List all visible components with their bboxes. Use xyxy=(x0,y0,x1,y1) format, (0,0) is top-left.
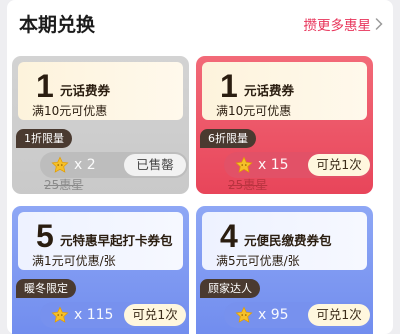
section-header: 本期兑换 攒更多惠星 xyxy=(7,0,393,48)
star-icon xyxy=(235,156,253,173)
coupon-amount: 1 xyxy=(36,68,54,104)
coupon-price-bar: x 95 可兑1次 xyxy=(224,302,372,328)
coupon-name: 元话费券 xyxy=(244,83,295,98)
coupon-condition: 满5元可优惠/张 xyxy=(216,254,300,268)
redeem-button[interactable]: 可兑1次 xyxy=(308,154,370,176)
coupon-star-cost: x 115 xyxy=(74,307,114,323)
coupon-card-sold-out[interactable]: 1 元话费券 满10元可优惠 1折限量 x 2 已售罄 25惠星 xyxy=(12,56,189,194)
coupon-info-area: 4 元便民缴费券包 满5元可优惠/张 xyxy=(202,212,367,270)
coupon-tag: 6折限量 xyxy=(200,129,256,148)
coupon-price-bar: x 15 可兑1次 xyxy=(224,152,372,178)
coupon-star-cost: x 2 xyxy=(74,157,96,173)
coupon-star-cost: x 95 xyxy=(258,307,289,323)
coupon-name: 元便民缴费券包 xyxy=(244,233,332,248)
coupon-amount: 4 xyxy=(220,218,238,254)
coupon-info-area: 5 元特惠早起打卡券包 满1元可优惠/张 xyxy=(18,212,183,270)
redeem-button[interactable]: 可兑1次 xyxy=(124,304,186,326)
star-icon xyxy=(235,306,253,323)
coupon-star-cost: x 15 xyxy=(258,157,289,173)
coupon-card-phone-credit[interactable]: 1 元话费券 满10元可优惠 6折限量 x 15 可兑1次 25惠星 xyxy=(196,56,373,194)
chevron-right-icon xyxy=(375,18,383,30)
coupon-name: 元话费券 xyxy=(60,83,111,98)
coupon-card-morning-checkin[interactable]: 5 元特惠早起打卡券包 满1元可优惠/张 暖冬限定 x 115 可兑1次 xyxy=(12,206,189,334)
sold-out-button[interactable]: 已售罄 xyxy=(124,154,186,176)
coupon-tag: 顾家达人 xyxy=(200,279,260,298)
section-title: 本期兑换 xyxy=(19,14,96,36)
coupon-tag: 暖冬限定 xyxy=(16,279,76,298)
star-icon xyxy=(51,156,69,173)
earn-more-stars-link[interactable]: 攒更多惠星 xyxy=(304,14,384,34)
star-icon xyxy=(51,306,69,323)
coupon-price-bar: x 2 已售罄 xyxy=(40,152,188,178)
redeem-button[interactable]: 可兑1次 xyxy=(308,304,370,326)
coupon-card-utility-payment[interactable]: 4 元便民缴费券包 满5元可优惠/张 顾家达人 x 95 可兑1次 xyxy=(196,206,373,334)
coupon-original-price: 25惠星 xyxy=(228,178,268,192)
coupon-price-bar: x 115 可兑1次 xyxy=(40,302,188,328)
coupon-name: 元特惠早起打卡券包 xyxy=(60,233,173,248)
coupon-info-area: 1 元话费券 满10元可优惠 xyxy=(18,62,183,120)
coupon-condition: 满1元可优惠/张 xyxy=(32,254,116,268)
coupon-original-price: 25惠星 xyxy=(44,178,84,192)
coupon-condition: 满10元可优惠 xyxy=(216,104,292,118)
coupon-tag: 1折限量 xyxy=(16,129,72,148)
coupon-info-area: 1 元话费券 满10元可优惠 xyxy=(202,62,367,120)
coupon-condition: 满10元可优惠 xyxy=(32,104,108,118)
coupon-amount: 1 xyxy=(220,68,238,104)
earn-more-stars-label: 攒更多惠星 xyxy=(303,18,372,34)
coupon-amount: 5 xyxy=(36,218,54,254)
